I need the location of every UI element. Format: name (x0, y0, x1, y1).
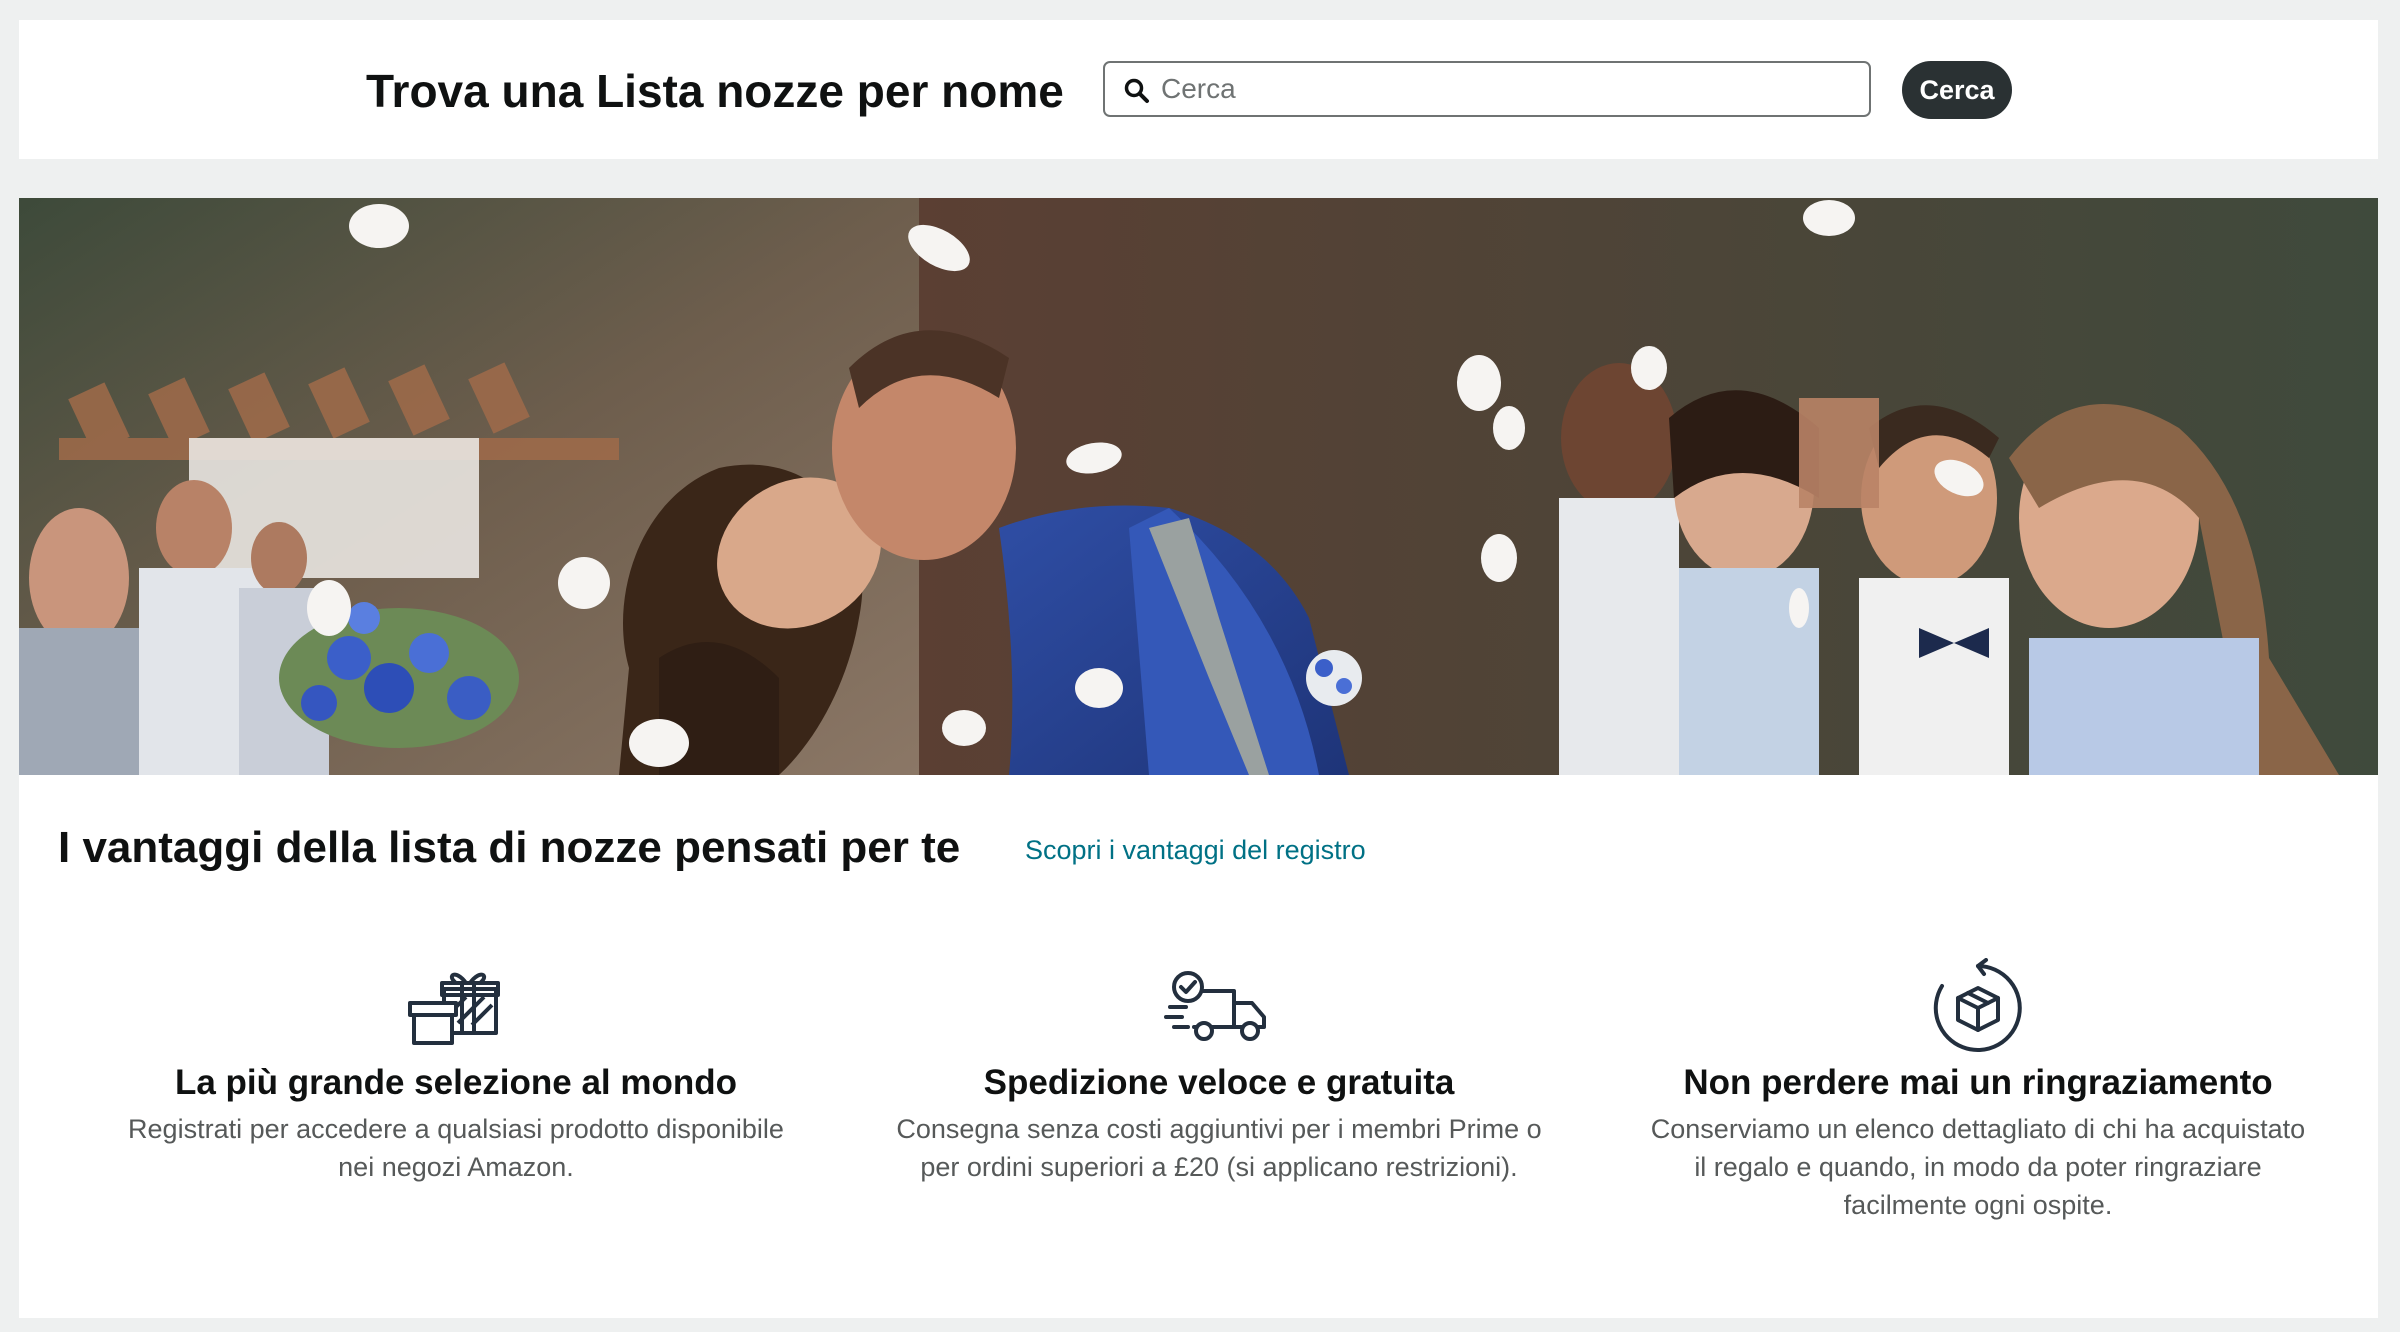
search-field[interactable] (1103, 61, 1871, 117)
wedding-photo-illustration (19, 198, 2378, 775)
package-return-icon (1933, 958, 2022, 1052)
feature-title: Non perdere mai un ringraziamento (1683, 1063, 2273, 1102)
search-input[interactable] (1161, 71, 1851, 107)
feature-item-shipping: Spedizione veloce e gratuita Consegna se… (859, 958, 1579, 1182)
feature-description-line: Registrati per accedere a qualsiasi prod… (128, 1114, 784, 1144)
benefits-heading: I vantaggi della lista di nozze pensati … (58, 823, 961, 872)
hero-image (19, 198, 2378, 775)
delivery-truck-icon (1164, 971, 1266, 1041)
feature-item-selection: La più grande selezione al mondo Registr… (96, 958, 816, 1182)
feature-description: Conserviamo un elenco dettagliato di chi… (1618, 1110, 2338, 1224)
gift-boxes-icon (408, 972, 500, 1045)
feature-description-line: nei negozi Amazon. (338, 1152, 574, 1182)
benefits-card: I vantaggi della lista di nozze pensati … (19, 198, 2378, 1318)
feature-description: Registrati per accedere a qualsiasi prod… (96, 1110, 816, 1186)
feature-title: La più grande selezione al mondo (174, 1063, 738, 1102)
search-button[interactable]: Cerca (1902, 61, 2012, 119)
feature-item-thank-you: Non perdere mai un ringraziamento Conser… (1618, 958, 2338, 1220)
registry-benefits-link[interactable]: Scopri i vantaggi del registro (1025, 832, 1366, 868)
search-heading: Trova una Lista nozze per nome (366, 65, 1064, 117)
feature-description-line: Consegna senza costi aggiuntivi per i me… (896, 1114, 1542, 1144)
feature-description-line: Conserviamo un elenco dettagliato di chi… (1650, 1114, 2306, 1144)
feature-description-line: facilmente ogni ospite. (1843, 1190, 2113, 1220)
feature-description-line: per ordini superiori a £20 (si applicano… (920, 1152, 1518, 1182)
feature-description-line: il regalo e quando, in modo da poter rin… (1694, 1152, 2262, 1182)
search-icon (1124, 78, 1149, 103)
feature-title: Spedizione veloce e gratuita (983, 1063, 1455, 1102)
feature-description: Consegna senza costi aggiuntivi per i me… (859, 1110, 1579, 1186)
